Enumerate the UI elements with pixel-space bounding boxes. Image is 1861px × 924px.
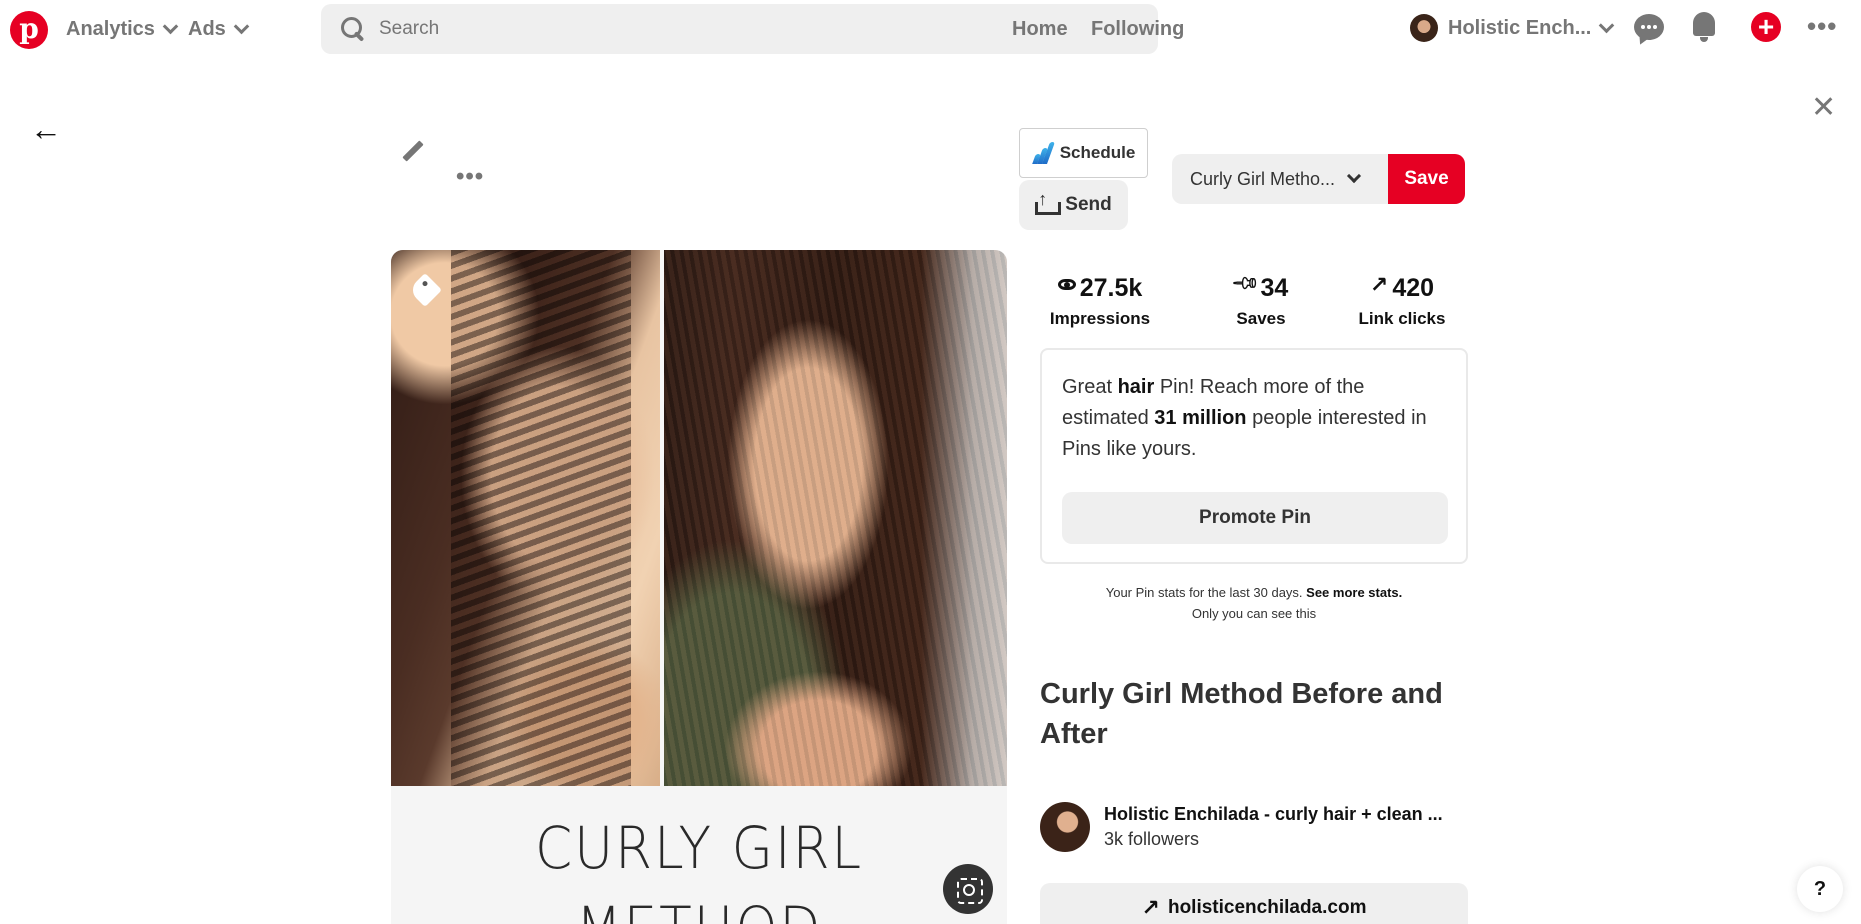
author-row[interactable]: Holistic Enchilada - curly hair + clean …	[1040, 802, 1443, 852]
nav-following-link[interactable]: Following	[1091, 18, 1184, 41]
website-label: holisticenchilada.com	[1167, 896, 1367, 918]
edit-pencil-icon[interactable]	[400, 140, 426, 166]
author-avatar[interactable]	[1040, 802, 1090, 852]
pin-more-options-icon[interactable]: •••	[456, 165, 484, 189]
pin-image-caption: CURLY GIRL METHOD	[391, 786, 1007, 924]
create-plus-icon[interactable]: +	[1751, 12, 1781, 42]
stat-link-clicks: ↗ 420 Link clicks	[1332, 271, 1472, 329]
see-more-stats-link[interactable]: See more stats.	[1306, 585, 1402, 600]
stats-note-text: Your Pin stats for the last 30 days.	[1105, 585, 1307, 600]
promo-audience-size: 31 million	[1154, 407, 1247, 429]
stats-note-privacy: Only you can see this	[1191, 606, 1317, 621]
ads-menu[interactable]: Ads	[188, 18, 250, 41]
stat-value: 27.5k	[1079, 274, 1143, 302]
back-arrow-icon[interactable]: ←	[30, 113, 62, 145]
more-options-icon[interactable]: •••	[1807, 11, 1837, 42]
visual-search-icon[interactable]	[943, 864, 993, 914]
stat-impressions: 27.5k Impressions	[1030, 274, 1170, 329]
arrow-up-right-icon: ↗	[1369, 271, 1389, 297]
search-input[interactable]	[379, 18, 1079, 40]
chevron-down-icon	[1346, 168, 1362, 184]
after-photo	[664, 250, 1007, 786]
eye-icon	[1057, 279, 1076, 290]
pin-caption-line2: METHOD	[416, 894, 983, 924]
schedule-label: Schedule	[1059, 143, 1136, 162]
arrow-up-right-icon: ↗	[1141, 894, 1160, 920]
search-icon	[341, 17, 365, 41]
board-dropdown[interactable]: Curly Girl Metho...	[1172, 154, 1388, 204]
author-name[interactable]: Holistic Enchilada - curly hair + clean …	[1104, 804, 1443, 825]
pin-title: Curly Girl Method Before and After	[1040, 678, 1443, 750]
profile-name: Holistic Ench...	[1448, 16, 1592, 39]
profile-menu[interactable]: Holistic Ench...	[1410, 14, 1615, 42]
nav-home-link[interactable]: Home	[1012, 18, 1068, 41]
help-button[interactable]: ?	[1797, 866, 1843, 912]
stat-value: 420	[1392, 274, 1435, 302]
send-label: Send	[1065, 194, 1112, 215]
pin-caption-line1: CURLY GIRL	[535, 814, 863, 882]
send-button[interactable]: Send	[1019, 180, 1128, 230]
close-icon[interactable]: ✕	[1811, 93, 1836, 123]
logo-letter: p	[19, 12, 39, 45]
stat-value: 34	[1260, 274, 1289, 302]
avatar	[1410, 14, 1438, 42]
messages-icon[interactable]	[1634, 14, 1664, 40]
promo-keyword: hair	[1117, 376, 1155, 398]
chevron-down-icon	[162, 18, 179, 35]
schedule-button[interactable]: Schedule	[1019, 128, 1148, 178]
pushpin-icon: 📌︎	[1230, 267, 1261, 299]
analytics-label: Analytics	[66, 18, 155, 40]
before-photo	[391, 250, 660, 786]
chevron-down-icon	[233, 18, 250, 35]
chevron-down-icon	[1599, 17, 1615, 33]
analytics-menu[interactable]: Analytics	[66, 18, 179, 41]
stat-label: Impressions	[1049, 309, 1151, 328]
stat-saves: 📌︎ 34 Saves	[1191, 268, 1331, 329]
promo-text: Great	[1062, 376, 1118, 398]
ads-label: Ads	[188, 18, 226, 40]
stats-note: Your Pin stats for the last 30 days. See…	[1040, 582, 1468, 624]
top-nav: p Analytics Ads Home Following Holistic …	[0, 0, 1861, 62]
pinterest-logo-icon[interactable]: p	[10, 11, 48, 49]
share-upload-icon	[1035, 189, 1062, 215]
promote-pin-button[interactable]: Promote Pin	[1062, 492, 1448, 544]
save-button[interactable]: Save	[1388, 154, 1465, 204]
board-dropdown-label: Curly Girl Metho...	[1190, 168, 1336, 189]
visit-website-button[interactable]: ↗ holisticenchilada.com	[1040, 883, 1468, 924]
promote-message: Great hair Pin! Reach more of the estima…	[1062, 372, 1442, 465]
promote-card: Great hair Pin! Reach more of the estima…	[1040, 348, 1468, 564]
pin-image[interactable]: CURLY GIRL METHOD	[391, 250, 1007, 924]
stat-label: Link clicks	[1358, 309, 1446, 328]
author-followers: 3k followers	[1104, 829, 1200, 849]
tailwind-schedule-icon	[1031, 142, 1055, 164]
notifications-bell-icon[interactable]	[1693, 12, 1715, 42]
stat-label: Saves	[1236, 309, 1286, 328]
